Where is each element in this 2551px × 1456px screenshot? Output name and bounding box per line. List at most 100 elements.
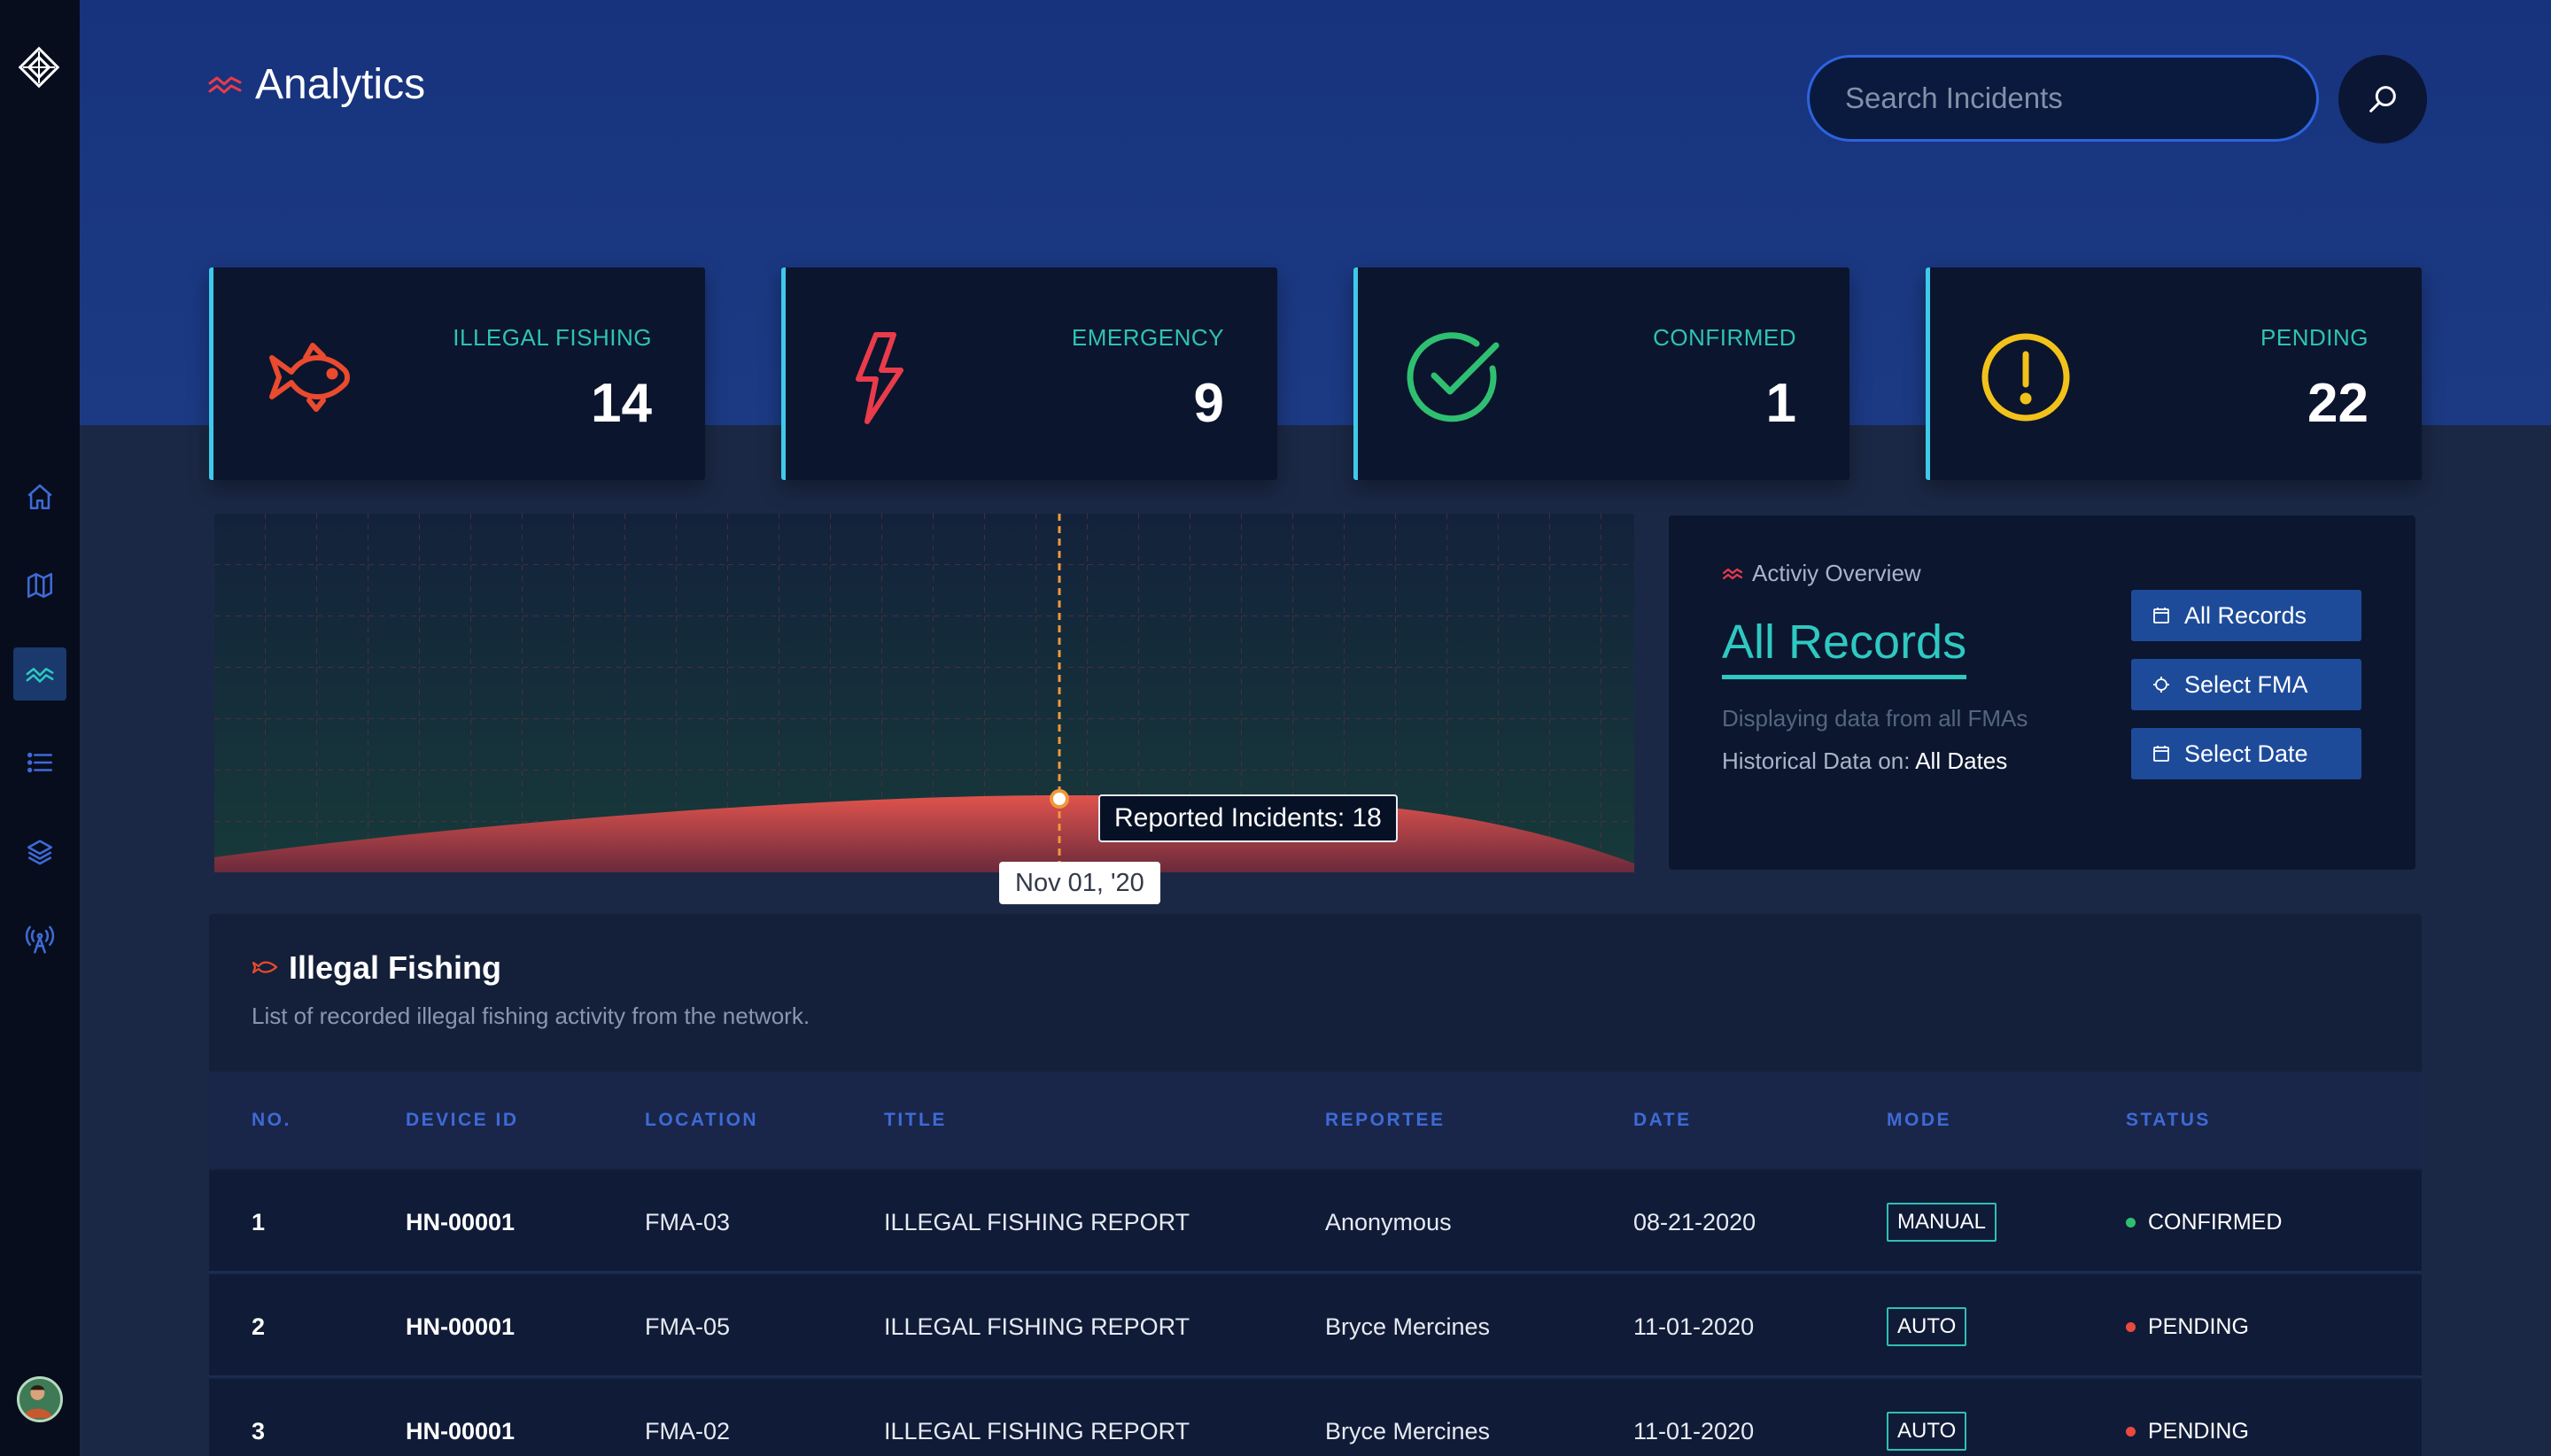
column-header-date[interactable]: DATE bbox=[1633, 1072, 1692, 1169]
incidents-area-chart[interactable] bbox=[214, 514, 1634, 872]
select-fma-button[interactable]: Select FMA bbox=[2131, 659, 2361, 710]
stat-card-confirmed[interactable]: CONFIRMED 1 bbox=[1353, 267, 1849, 480]
stat-value: 9 bbox=[1193, 373, 1224, 434]
column-header-location[interactable]: LOCATION bbox=[645, 1072, 758, 1169]
cell-date: 11-01-2020 bbox=[1633, 1313, 1755, 1340]
column-header-mode[interactable]: MODE bbox=[1887, 1072, 1951, 1169]
chart-highlight-point bbox=[1050, 789, 1069, 809]
cell-reportee: Bryce Mercines bbox=[1325, 1417, 1491, 1444]
table-title: Illegal Fishing bbox=[289, 949, 502, 986]
table-header-row: NO. DEVICE ID LOCATION TITLE REPORTEE DA… bbox=[209, 1072, 2422, 1169]
sidebar-item-home[interactable] bbox=[13, 470, 66, 523]
cell-status: PENDING bbox=[2126, 1380, 2249, 1456]
page-header: Analytics bbox=[207, 60, 425, 109]
cell-device-id: HN-00001 bbox=[406, 1313, 516, 1340]
stat-label: ILLEGAL FISHING bbox=[453, 324, 652, 351]
status-badge: CONFIRMED bbox=[2148, 1209, 2283, 1235]
cell-title: ILLEGAL FISHING REPORT bbox=[884, 1417, 1190, 1444]
stat-card-illegal-fishing[interactable]: ILLEGAL FISHING 14 bbox=[209, 267, 705, 480]
table-row[interactable]: 2 HN-00001 FMA-05 ILLEGAL FISHING REPORT… bbox=[209, 1275, 2422, 1378]
stat-card-emergency[interactable]: EMERGENCY 9 bbox=[781, 267, 1277, 480]
cell-status: PENDING bbox=[2126, 1275, 2249, 1378]
cell-status: CONFIRMED bbox=[2126, 1171, 2282, 1274]
analytics-wave-icon bbox=[1722, 568, 1743, 579]
stat-value: 14 bbox=[591, 373, 652, 434]
historical-value: All Dates bbox=[1915, 747, 2008, 774]
search-input[interactable] bbox=[1807, 55, 2319, 142]
diamond-grid-logo[interactable] bbox=[14, 43, 64, 92]
cell-mode: AUTO bbox=[1887, 1380, 1967, 1456]
layers-icon bbox=[27, 840, 53, 865]
stat-label: PENDING bbox=[2260, 324, 2369, 351]
button-label: Select FMA bbox=[2184, 670, 2308, 698]
antenna-icon bbox=[25, 925, 55, 954]
column-header-no[interactable]: NO. bbox=[252, 1072, 291, 1169]
mode-badge: MANUAL bbox=[1887, 1203, 1997, 1242]
select-date-button[interactable]: Select Date bbox=[2131, 728, 2361, 779]
user-avatar[interactable] bbox=[17, 1376, 63, 1422]
status-dot bbox=[2126, 1426, 2136, 1437]
column-header-reportee[interactable]: REPORTEE bbox=[1325, 1072, 1446, 1169]
cell-date: 11-01-2020 bbox=[1633, 1417, 1755, 1444]
column-header-title[interactable]: TITLE bbox=[884, 1072, 947, 1169]
cell-no: 1 bbox=[252, 1208, 266, 1235]
cell-no: 2 bbox=[252, 1313, 266, 1340]
table-row[interactable]: 1 HN-00001 FMA-03 ILLEGAL FISHING REPORT… bbox=[209, 1171, 2422, 1274]
all-records-button[interactable]: All Records bbox=[2131, 590, 2361, 641]
status-badge: PENDING bbox=[2148, 1313, 2249, 1339]
stat-card-pending[interactable]: PENDING 22 bbox=[1926, 267, 2422, 480]
cell-location: FMA-03 bbox=[645, 1208, 731, 1235]
search-button[interactable] bbox=[2338, 55, 2427, 143]
overview-header: Activiy Overview bbox=[1722, 560, 1921, 587]
stat-value: 22 bbox=[2307, 373, 2369, 434]
sidebar bbox=[0, 0, 80, 1456]
cell-reportee: Anonymous bbox=[1325, 1208, 1452, 1235]
button-label: All Records bbox=[2184, 601, 2307, 629]
illegal-fishing-table-panel: Illegal Fishing List of recorded illegal… bbox=[209, 914, 2422, 1456]
home-icon bbox=[27, 484, 52, 510]
activity-overview-panel: Activiy Overview All Records Displaying … bbox=[1669, 515, 2415, 870]
mode-badge: AUTO bbox=[1887, 1412, 1967, 1451]
search-icon bbox=[2369, 86, 2396, 112]
target-icon bbox=[2153, 677, 2169, 693]
mode-badge: AUTO bbox=[1887, 1307, 1967, 1346]
cell-no: 3 bbox=[252, 1417, 266, 1444]
calendar-icon bbox=[2153, 746, 2169, 762]
cell-title: ILLEGAL FISHING REPORT bbox=[884, 1208, 1190, 1235]
fish-icon bbox=[269, 343, 350, 412]
page-title: Analytics bbox=[255, 61, 426, 108]
overview-subtitle: Activiy Overview bbox=[1752, 560, 1921, 586]
status-badge: PENDING bbox=[2148, 1418, 2249, 1444]
lightning-icon bbox=[856, 332, 903, 424]
sidebar-item-map[interactable] bbox=[13, 559, 66, 612]
cell-location: FMA-02 bbox=[645, 1417, 731, 1444]
fish-outline-icon bbox=[252, 961, 278, 974]
column-header-device-id[interactable]: DEVICE ID bbox=[406, 1072, 519, 1169]
historical-label: Historical Data on: bbox=[1722, 747, 1911, 774]
cell-mode: AUTO bbox=[1887, 1275, 1967, 1378]
sidebar-item-analytics[interactable] bbox=[13, 647, 66, 701]
cell-mode: MANUAL bbox=[1887, 1171, 1997, 1274]
button-label: Select Date bbox=[2184, 740, 2308, 767]
cell-location: FMA-05 bbox=[645, 1313, 731, 1340]
list-icon bbox=[27, 752, 53, 773]
stat-label: EMERGENCY bbox=[1071, 324, 1224, 351]
stat-label: CONFIRMED bbox=[1653, 324, 1796, 351]
sidebar-item-layers[interactable] bbox=[13, 825, 66, 878]
cell-date: 08-21-2020 bbox=[1633, 1208, 1756, 1235]
analytics-wave-icon bbox=[26, 668, 54, 683]
column-header-status[interactable]: STATUS bbox=[2126, 1072, 2211, 1169]
calendar-icon bbox=[2153, 608, 2169, 623]
overview-description: Displaying data from all FMAs bbox=[1722, 705, 2028, 732]
map-icon bbox=[27, 572, 53, 599]
overview-title: All Records bbox=[1722, 615, 1967, 679]
cell-reportee: Bryce Mercines bbox=[1325, 1313, 1491, 1340]
table-row[interactable]: 3 HN-00001 FMA-02 ILLEGAL FISHING REPORT… bbox=[209, 1380, 2422, 1456]
table-header: Illegal Fishing bbox=[252, 949, 501, 987]
analytics-wave-icon bbox=[208, 76, 242, 93]
stat-value: 1 bbox=[1765, 373, 1796, 434]
alert-circle-icon bbox=[1981, 333, 2070, 422]
chart-tooltip: Reported Incidents: 18 bbox=[1098, 794, 1398, 842]
sidebar-item-broadcast[interactable] bbox=[13, 913, 66, 966]
sidebar-item-list[interactable] bbox=[13, 736, 66, 789]
